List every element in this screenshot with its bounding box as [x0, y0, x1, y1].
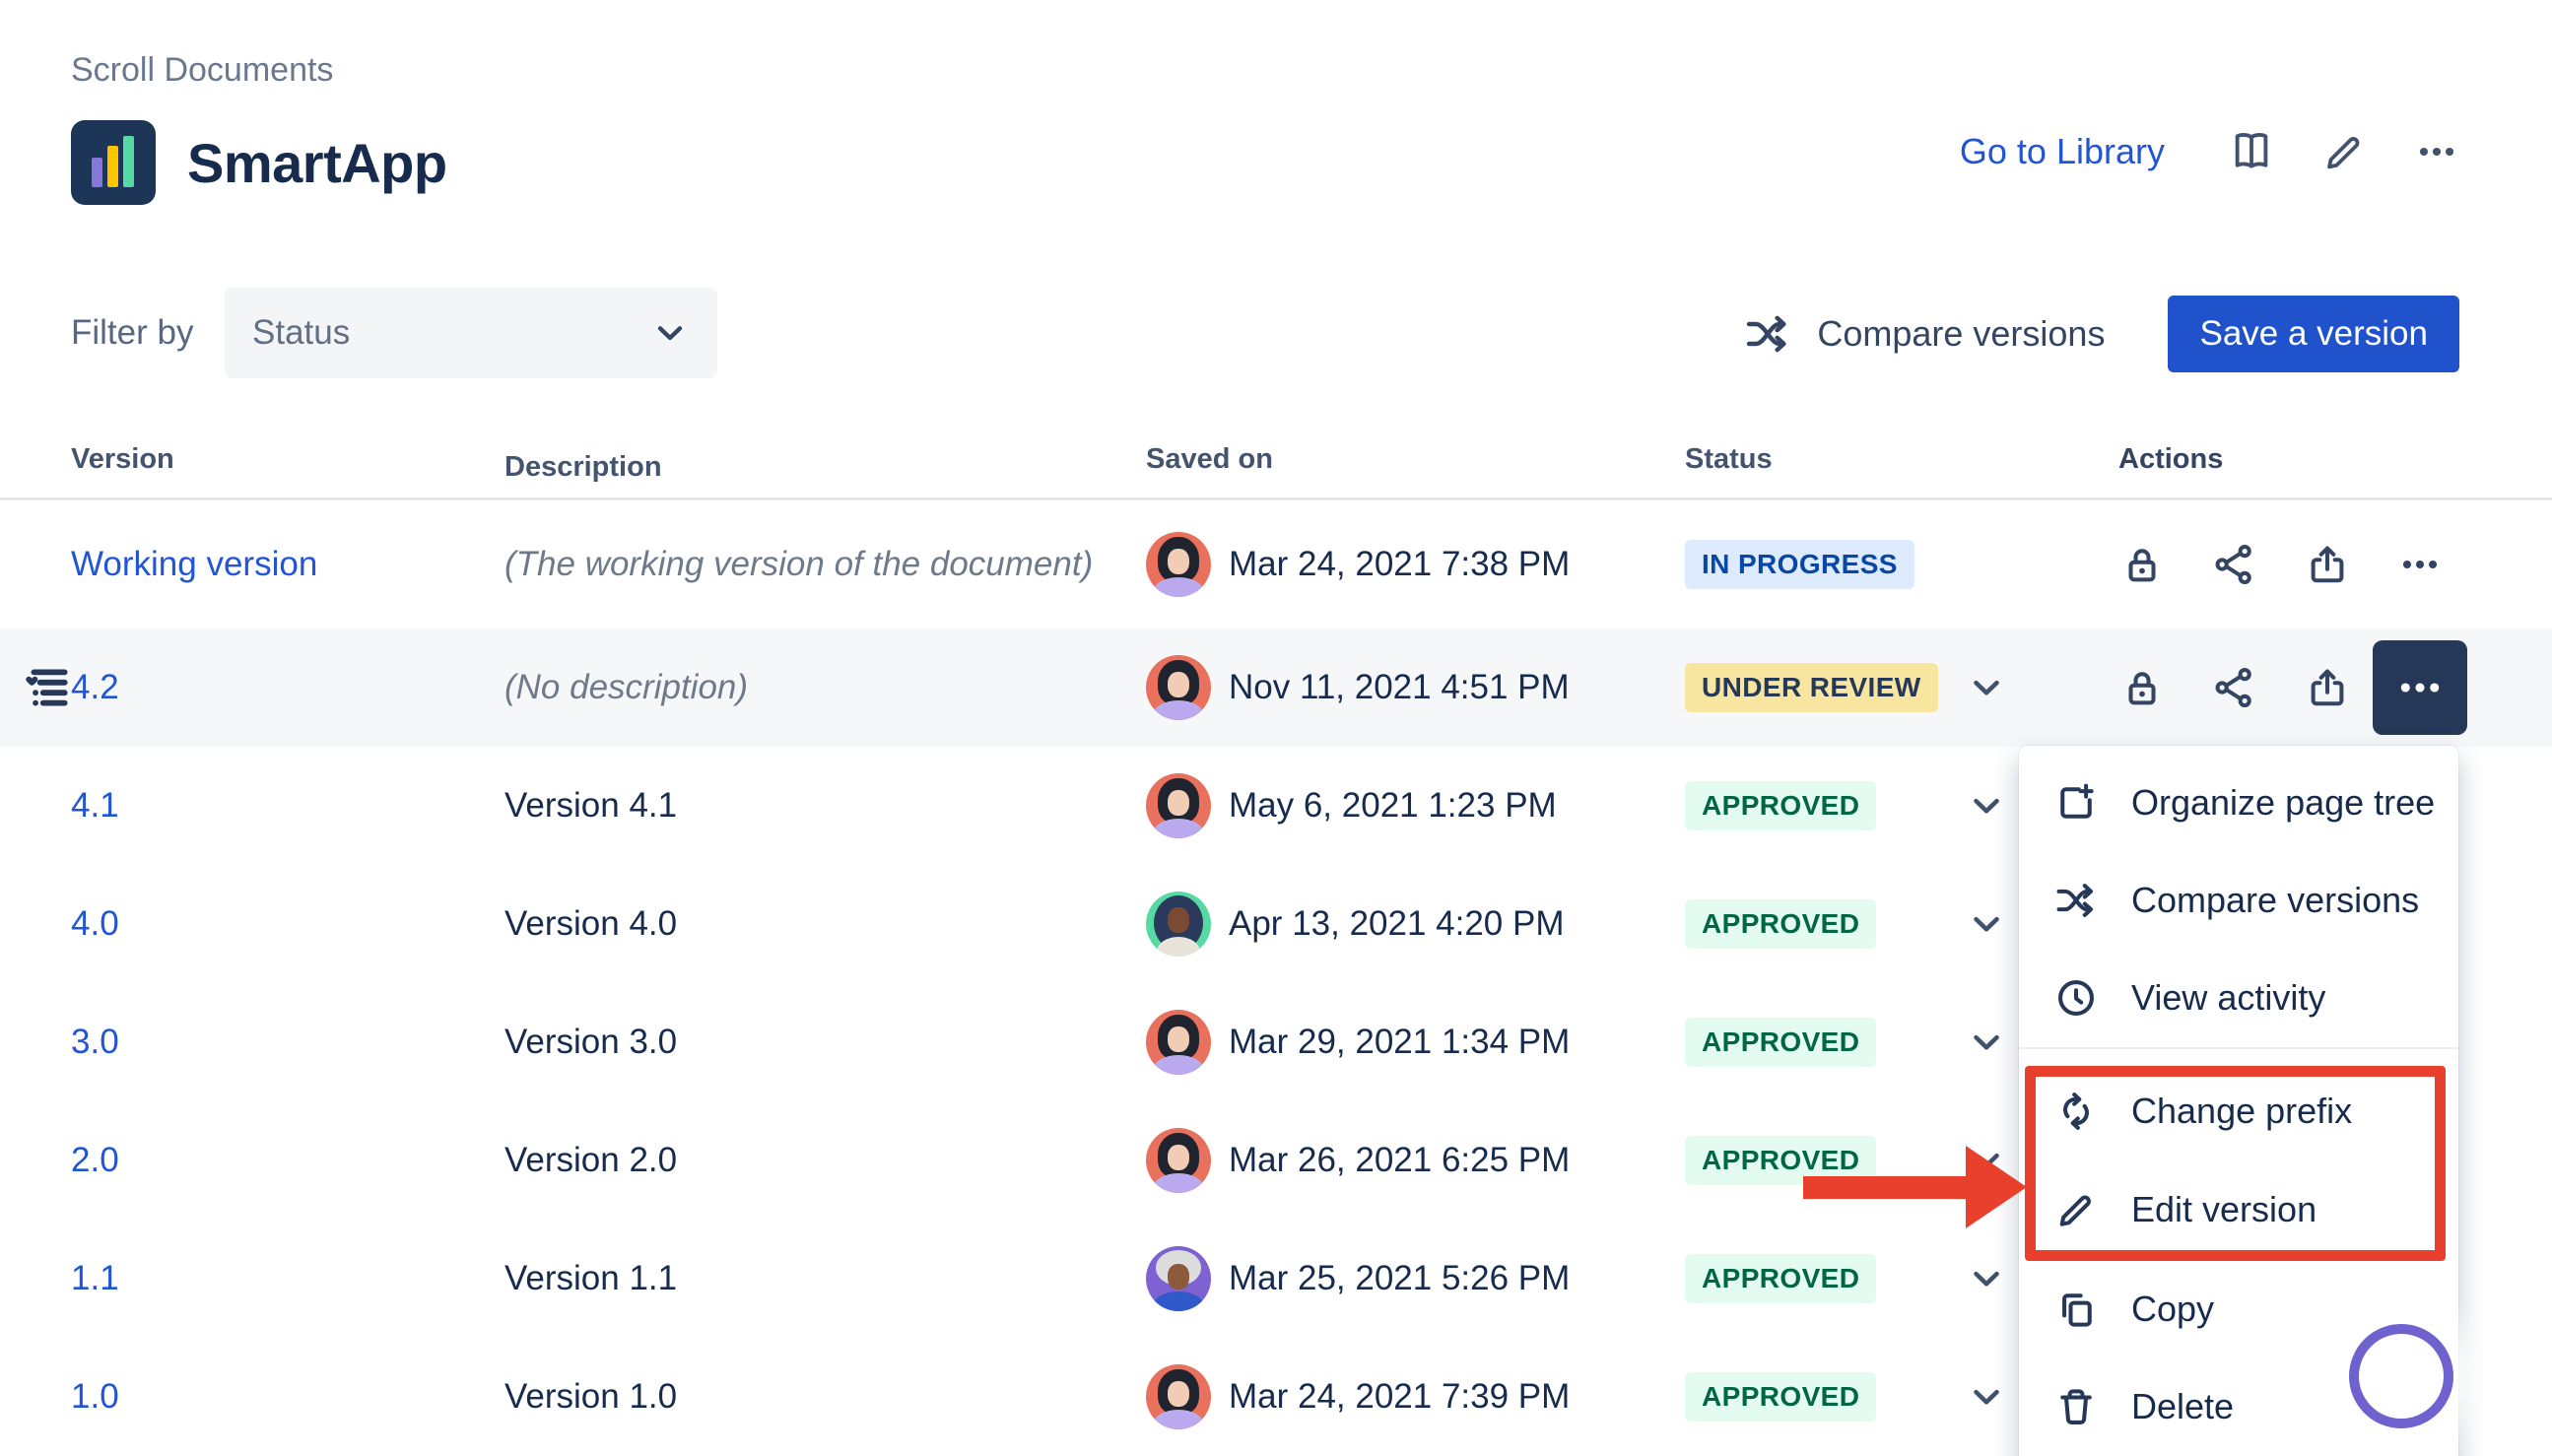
- status-chevron-icon[interactable]: [1966, 1376, 2007, 1418]
- saved-on-date: Apr 13, 2021 4:20 PM: [1229, 904, 1565, 944]
- avatar: [1146, 532, 1211, 597]
- version-link[interactable]: 3.0: [71, 1023, 119, 1062]
- avatar: [1146, 773, 1211, 838]
- version-link[interactable]: 4.0: [71, 904, 119, 944]
- table-header: Version Description Saved on Status Acti…: [0, 443, 2552, 500]
- avatar: [1146, 1364, 1211, 1429]
- table-row: Working version (The working version of …: [0, 500, 2552, 629]
- trash-icon: [2054, 1385, 2098, 1428]
- saved-on-date: Mar 29, 2021 1:34 PM: [1229, 1023, 1570, 1062]
- lock-icon[interactable]: [2118, 541, 2166, 588]
- status-badge[interactable]: APPROVED: [1685, 1018, 1876, 1067]
- menu-item-copy[interactable]: Copy: [2054, 1280, 2214, 1339]
- avatar: [1146, 1010, 1211, 1075]
- page-add-icon: [2054, 781, 2098, 825]
- go-to-library-link[interactable]: Go to Library: [1960, 131, 2165, 172]
- share-icon[interactable]: [2211, 541, 2258, 588]
- version-link[interactable]: 1.1: [71, 1259, 119, 1298]
- annotation-arrow-head: [1966, 1146, 2027, 1228]
- version-link[interactable]: 4.2: [71, 668, 119, 707]
- status-badge[interactable]: APPROVED: [1685, 1254, 1876, 1303]
- annotation-arrow-bar: [1803, 1176, 1968, 1199]
- version-description: (The working version of the document): [504, 500, 1106, 629]
- status-chevron-icon[interactable]: [1966, 667, 2007, 708]
- menu-item-view-activity[interactable]: View activity: [2054, 968, 2325, 1027]
- header-actions: Go to Library: [1960, 128, 2460, 175]
- breadcrumb: Scroll Documents: [71, 51, 333, 90]
- scroll-documents-page: Scroll Documents SmartApp Go to Library …: [0, 0, 2552, 1456]
- toolbar-right: Compare versions Save a version: [1744, 296, 2459, 372]
- page-title: SmartApp: [187, 131, 447, 195]
- export-icon[interactable]: [2304, 541, 2351, 588]
- status-badge[interactable]: APPROVED: [1685, 781, 1876, 830]
- saved-on-date: Nov 11, 2021 4:51 PM: [1229, 668, 1570, 707]
- version-description: Version 1.0: [504, 1338, 1106, 1456]
- col-actions: Actions: [2118, 443, 2532, 497]
- more-options-icon[interactable]: [2413, 128, 2460, 175]
- clock-icon: [2054, 976, 2098, 1020]
- status-filter-dropdown[interactable]: Status: [225, 288, 717, 378]
- status-badge: IN PROGRESS: [1685, 540, 1914, 589]
- status-chevron-icon[interactable]: [1966, 1022, 2007, 1063]
- save-a-version-button[interactable]: Save a version: [2168, 296, 2459, 372]
- share-icon[interactable]: [2211, 664, 2258, 711]
- compare-versions-button[interactable]: Compare versions: [1744, 310, 2105, 358]
- menu-separator: [2019, 1047, 2458, 1049]
- version-link[interactable]: Working version: [71, 545, 317, 584]
- lock-icon[interactable]: [2118, 664, 2166, 711]
- shuffle-icon: [1744, 310, 1791, 358]
- version-link[interactable]: 2.0: [71, 1141, 119, 1180]
- version-link[interactable]: 1.0: [71, 1377, 119, 1417]
- status-chevron-icon[interactable]: [1966, 1258, 2007, 1299]
- status-filter-value: Status: [252, 313, 350, 353]
- library-book-icon[interactable]: [2228, 128, 2275, 175]
- version-link[interactable]: 4.1: [71, 786, 119, 826]
- app-logo: [71, 120, 156, 205]
- row-more-icon-active[interactable]: [2373, 640, 2467, 735]
- status-badge[interactable]: UNDER REVIEW: [1685, 663, 1938, 712]
- menu-item-compare-versions[interactable]: Compare versions: [2054, 871, 2419, 930]
- export-icon[interactable]: [2304, 664, 2351, 711]
- version-description: Version 2.0: [504, 1101, 1106, 1220]
- avatar: [1146, 655, 1211, 720]
- menu-item-organize-page-tree[interactable]: Organize page tree: [2054, 773, 2435, 832]
- col-status: Status: [1685, 443, 2059, 497]
- version-tree-icon[interactable]: [24, 663, 73, 712]
- status-badge[interactable]: APPROVED: [1685, 1372, 1876, 1422]
- chevron-down-icon: [650, 313, 690, 353]
- status-badge[interactable]: APPROVED: [1685, 899, 1876, 949]
- avatar: [1146, 1128, 1211, 1193]
- version-description: Version 4.0: [504, 865, 1106, 983]
- row-more-icon[interactable]: [2396, 541, 2444, 588]
- col-version: Version: [71, 443, 465, 497]
- shuffle-icon: [2054, 879, 2098, 922]
- saved-on-date: May 6, 2021 1:23 PM: [1229, 786, 1557, 826]
- col-saved-on: Saved on: [1146, 443, 1658, 497]
- col-description: Description: [504, 443, 1106, 497]
- status-chevron-icon[interactable]: [1966, 903, 2007, 945]
- saved-on-date: Mar 24, 2021 7:38 PM: [1229, 545, 1570, 584]
- copy-icon: [2054, 1288, 2098, 1331]
- avatar: [1146, 892, 1211, 957]
- title-row: SmartApp: [71, 120, 447, 205]
- saved-on-date: Mar 26, 2021 6:25 PM: [1229, 1141, 1570, 1180]
- avatar: [1146, 1246, 1211, 1311]
- annotation-highlight-circle: [2349, 1324, 2453, 1428]
- version-description: Version 1.1: [504, 1220, 1106, 1338]
- saved-on-date: Mar 24, 2021 7:39 PM: [1229, 1377, 1570, 1417]
- version-description: Version 3.0: [504, 983, 1106, 1101]
- status-chevron-icon[interactable]: [1966, 785, 2007, 827]
- version-description: Version 4.1: [504, 747, 1106, 865]
- version-description: (No description): [504, 629, 1106, 747]
- menu-item-delete[interactable]: Delete: [2054, 1377, 2234, 1436]
- saved-on-date: Mar 25, 2021 5:26 PM: [1229, 1259, 1570, 1298]
- filter-by-label: Filter by: [71, 313, 193, 353]
- edit-pencil-icon[interactable]: [2320, 128, 2368, 175]
- table-row-selected: 4.2 (No description) Nov 11, 2021 4:51 P…: [0, 629, 2552, 747]
- annotation-highlight-box: [2025, 1066, 2446, 1261]
